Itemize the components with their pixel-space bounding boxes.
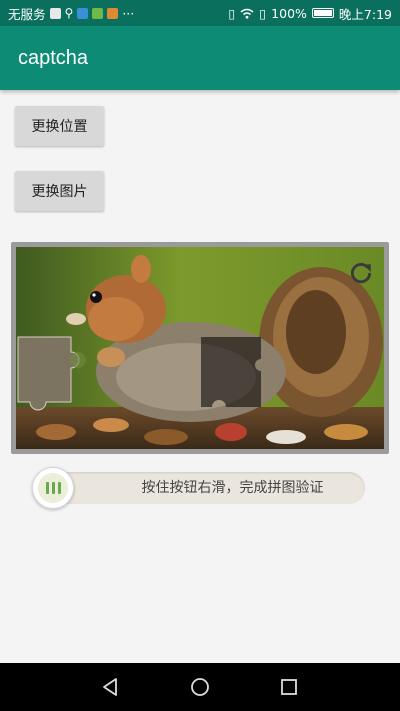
refresh-icon[interactable] bbox=[348, 260, 374, 286]
usb-icon: ⚲ bbox=[64, 6, 74, 20]
battery-icon bbox=[311, 8, 334, 18]
app-notification-icon bbox=[92, 7, 104, 19]
sim-icon: ▯ bbox=[259, 5, 267, 21]
change-image-button[interactable]: 更换图片 bbox=[15, 171, 104, 211]
slider-handle[interactable] bbox=[32, 467, 74, 509]
slider-hint: 按住按钮右滑，完成拼图验证 bbox=[141, 480, 324, 496]
vibrate-icon: ▯ bbox=[228, 5, 236, 21]
change-position-button[interactable]: 更换位置 bbox=[15, 106, 104, 146]
app-notification-icon bbox=[107, 7, 119, 19]
notification-icon bbox=[49, 7, 61, 19]
slider-track[interactable]: 按住按钮右滑，完成拼图验证 bbox=[34, 472, 365, 504]
back-icon[interactable] bbox=[98, 675, 122, 699]
more-notifications: ··· bbox=[122, 5, 135, 21]
captcha-image bbox=[16, 247, 384, 449]
battery-percent: 100% bbox=[271, 5, 307, 21]
wifi-icon bbox=[240, 8, 254, 19]
navigation-bar bbox=[0, 663, 400, 711]
carrier-label: 无服务 bbox=[8, 6, 46, 22]
app-title: captcha bbox=[18, 46, 89, 69]
clock: 晚上7:19 bbox=[338, 6, 392, 22]
status-bar: 无服务 ⚲ ··· ▯ ▯ 100% 晚上7:19 bbox=[0, 0, 400, 26]
captcha-image-frame bbox=[11, 242, 389, 454]
app-notification-icon bbox=[77, 7, 89, 19]
home-icon[interactable] bbox=[188, 675, 212, 699]
grip-icon bbox=[38, 473, 68, 503]
app-bar: captcha bbox=[0, 26, 400, 90]
recents-icon[interactable] bbox=[277, 675, 301, 699]
